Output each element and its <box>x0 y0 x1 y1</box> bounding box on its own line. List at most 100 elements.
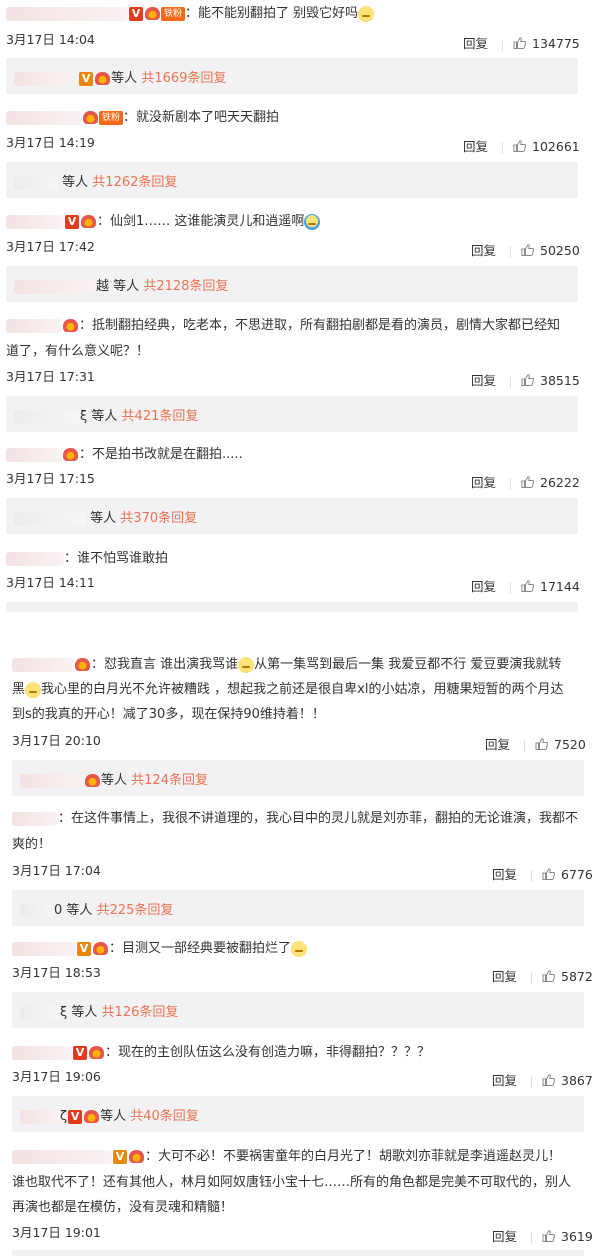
username[interactable] <box>6 447 62 462</box>
reply-user-fragment: ζ <box>60 1109 68 1124</box>
thumb-up-icon[interactable] <box>535 738 549 750</box>
reply-user-fragment: ξ <box>60 1005 68 1020</box>
reply-button[interactable]: 回复 <box>471 579 496 594</box>
comment-date: 3月17日 14:19 <box>6 135 95 150</box>
comment-text: 我心里的白月光不允许被糟践 ，想起我之前还是很自卑xl的小姑凉，用糖果短暂的两个… <box>41 682 564 697</box>
reply-summary-box[interactable]: ξ 等人 共126条回复 <box>12 992 584 1028</box>
thumb-up-icon[interactable] <box>542 1230 556 1242</box>
username[interactable] <box>6 110 82 125</box>
username[interactable] <box>12 941 76 956</box>
thumb-up-icon[interactable] <box>542 1074 556 1086</box>
thumb-up-icon[interactable] <box>542 868 556 880</box>
comment-date: 3月17日 14:04 <box>6 32 95 47</box>
reply-button[interactable]: 回复 <box>471 475 496 490</box>
reply-button[interactable]: 回复 <box>463 139 488 154</box>
reply-count-link[interactable]: 共124条回复 <box>131 773 208 788</box>
comment-text-line: 道了，有什么意义呢？！ <box>6 341 149 363</box>
divider <box>531 971 533 984</box>
reply-summary-box[interactable]: 等人 共1262条回复 <box>6 162 578 198</box>
thumb-up-icon[interactable] <box>521 374 535 386</box>
crown-icon <box>81 215 96 228</box>
thumb-up-icon[interactable] <box>521 244 535 256</box>
reply-summary-box[interactable]: 越 等人 共2128条回复 <box>6 266 578 302</box>
reply-users-suffix: 等人 <box>111 71 138 86</box>
reply-users-suffix: 等人 <box>100 1109 127 1124</box>
reply-count-link[interactable]: 共225条回复 <box>97 903 174 918</box>
comment-text: ：在这件事情上，我很不讲道理的，我心目中的灵儿就是刘亦菲，翻拍的无论谁演，我都不 <box>58 811 579 826</box>
username[interactable] <box>6 214 64 229</box>
reply-button[interactable]: 回复 <box>492 1073 517 1088</box>
username[interactable] <box>12 1149 112 1164</box>
like-count: 102661 <box>532 139 580 154</box>
comment-text: ：能不能别翻拍了 别毁它好吗 <box>185 6 359 21</box>
reply-count-link[interactable]: 共421条回复 <box>122 409 199 424</box>
smile-emoji-icon <box>304 213 321 230</box>
comment-date: 3月17日 19:01 <box>12 1225 101 1240</box>
username[interactable] <box>12 1045 72 1060</box>
crown-icon <box>63 448 78 461</box>
crown-icon <box>75 658 90 671</box>
reply-button[interactable]: 回复 <box>471 243 496 258</box>
verified-badge-icon: V <box>79 71 94 86</box>
reply-button[interactable]: 回复 <box>471 373 496 388</box>
divider <box>510 375 512 388</box>
comment-actions: 回复 3619 <box>492 1226 593 1245</box>
comment-text: 再演也都是在模仿，没有灵魂和精髓！ <box>12 1200 234 1215</box>
reply-count-link[interactable]: 共126条回复 <box>102 1005 179 1020</box>
comment-date: 3月17日 18:53 <box>12 965 101 980</box>
comment-date: 3月17日 17:42 <box>6 239 95 254</box>
reply-button[interactable]: 回复 <box>492 867 517 882</box>
comment-text: 爽的！ <box>12 837 52 852</box>
verified-badge-icon: V <box>65 214 79 229</box>
like-count: 17144 <box>540 579 580 594</box>
comment-text-line: ：谁不怕骂谁敢拍 <box>6 548 168 570</box>
crown-icon <box>145 7 160 20</box>
reply-count-link[interactable]: 共1262条回复 <box>92 175 177 190</box>
reply-button[interactable]: 回复 <box>492 1229 517 1244</box>
thumb-up-icon[interactable] <box>542 970 556 982</box>
username[interactable] <box>6 6 128 21</box>
comment-date: 3月17日 17:04 <box>12 863 101 878</box>
like-count: 3867 <box>561 1073 593 1088</box>
reply-count-link[interactable]: 共370条回复 <box>120 511 197 526</box>
crown-icon <box>95 72 111 85</box>
username[interactable] <box>6 318 62 333</box>
comment-actions: 回复 7520 <box>485 734 586 753</box>
comment-text: ：就没新剧本了吧天天翻拍 <box>123 110 280 125</box>
smile-emoji-icon <box>238 656 255 673</box>
reply-summary-box[interactable]: ζ V 等人 共40条回复 <box>12 1096 584 1132</box>
comment-text-line: V 铁粉 ：能不能别翻拍了 别毁它好吗 <box>6 3 375 25</box>
reply-summary-box[interactable]: V 等人 共1669条回复 <box>6 58 578 94</box>
reply-summary-box[interactable]: 等人 共124条回复 <box>12 760 584 796</box>
thumb-up-icon[interactable] <box>521 580 535 592</box>
reply-count-link[interactable]: 共1669条回复 <box>141 71 226 86</box>
reply-user-fragment: 0 <box>54 903 63 918</box>
verified-badge-icon: V <box>68 1109 83 1124</box>
verified-badge-icon: V <box>113 1149 127 1164</box>
reply-users-suffix: 等人 <box>113 279 140 294</box>
comment-date: 3月17日 17:15 <box>6 471 95 486</box>
reply-summary-box[interactable]: ξ 等人 共421条回复 <box>6 396 578 432</box>
reply-button[interactable]: 回复 <box>485 737 510 752</box>
like-count: 7520 <box>554 737 586 752</box>
username[interactable] <box>6 551 64 566</box>
reply-summary-box[interactable]: 等人 共370条回复 <box>6 498 578 534</box>
reply-users-suffix: 等人 <box>62 175 89 190</box>
crown-icon <box>93 942 108 955</box>
thumb-up-icon[interactable] <box>513 140 527 152</box>
username[interactable] <box>12 811 58 826</box>
reply-count-link[interactable]: 共2128条回复 <box>143 279 228 294</box>
crown-icon <box>84 1110 100 1123</box>
username[interactable] <box>12 657 74 672</box>
comment-text: ：不是拍书改就是在翻拍..... <box>79 447 243 462</box>
comment-text: ：抵制翻拍经典，吃老本，不思进取，所有翻拍剧都是看的演员，剧情大家都已经知 <box>79 318 561 333</box>
comment-text: ：目测又一部经典要被翻拍烂了 <box>109 941 292 956</box>
reply-button[interactable]: 回复 <box>492 969 517 984</box>
reply-button[interactable]: 回复 <box>463 36 488 51</box>
divider <box>524 739 526 752</box>
reply-count-link[interactable]: 共40条回复 <box>130 1109 199 1124</box>
thumb-up-icon[interactable] <box>513 37 527 49</box>
thumb-up-icon[interactable] <box>521 476 535 488</box>
fan-badge: 铁粉 <box>161 6 186 21</box>
reply-summary-box[interactable]: 0 等人 共225条回复 <box>12 890 584 926</box>
